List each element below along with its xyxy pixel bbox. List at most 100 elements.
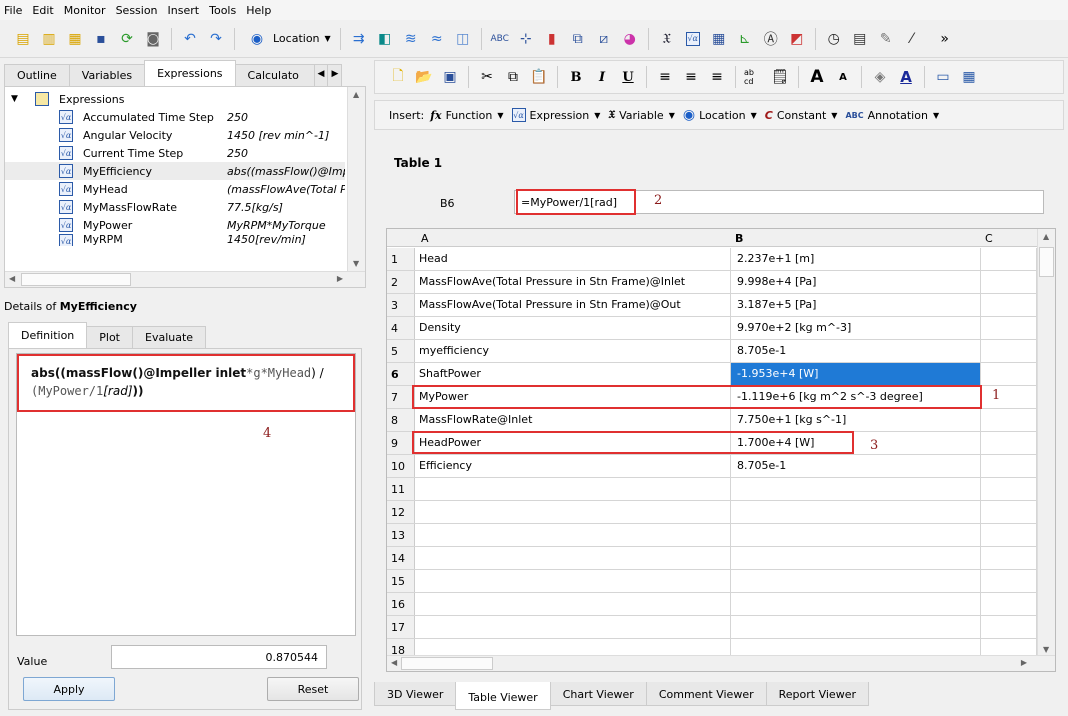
cell-a[interactable] xyxy=(415,616,731,638)
animation-icon[interactable]: ▤ xyxy=(850,29,870,49)
value-field[interactable]: 0.870544 xyxy=(111,645,327,669)
row-number[interactable]: 10 xyxy=(387,455,415,477)
row-number[interactable]: 8 xyxy=(387,409,415,431)
figure-icon[interactable]: ◩ xyxy=(787,29,807,49)
tree-vertical-scrollbar[interactable]: ▲ ▼ xyxy=(347,87,365,271)
scroll-right-icon[interactable]: ▶ xyxy=(337,274,343,283)
tab-calculator[interactable]: Calculato xyxy=(234,64,315,86)
cell-b[interactable]: 8.705e-1 xyxy=(731,340,981,362)
row-number[interactable]: 2 xyxy=(387,271,415,293)
row-number[interactable]: 11 xyxy=(387,478,415,500)
underline-icon[interactable]: U xyxy=(618,67,638,87)
cell-b[interactable]: 7.750e+1 [kg s^-1] xyxy=(731,409,981,431)
insert-variable-dropdown[interactable]: 𝔛 Variable ▼ xyxy=(608,108,674,122)
cell-c[interactable] xyxy=(981,455,1037,477)
cell-c[interactable] xyxy=(981,524,1037,546)
refresh-icon[interactable]: ⟳ xyxy=(117,29,137,49)
tree-root[interactable]: ▼ Expressions xyxy=(5,90,345,108)
cell-c[interactable] xyxy=(981,432,1037,454)
load-state-icon[interactable]: ▦ xyxy=(65,29,85,49)
cell-a[interactable] xyxy=(415,524,731,546)
tab-scroll-right[interactable]: ▶ xyxy=(327,64,343,86)
redo-icon[interactable]: ↷ xyxy=(206,29,226,49)
clip-plane-icon[interactable]: ⧄ xyxy=(594,29,614,49)
menu-session[interactable]: Session xyxy=(116,4,158,17)
tab-outline[interactable]: Outline xyxy=(4,64,70,86)
cell-b-selected[interactable]: -1.953e+4 [W] xyxy=(731,363,981,385)
scroll-thumb[interactable] xyxy=(401,657,493,670)
cell-b[interactable] xyxy=(731,524,981,546)
definition-editor[interactable]: abs((massFlow()@Impeller inlet*g*MyHead)… xyxy=(16,353,356,636)
menu-file[interactable]: File xyxy=(4,4,22,17)
bold-icon[interactable]: B xyxy=(566,67,586,87)
row-number[interactable]: 13 xyxy=(387,524,415,546)
save-icon[interactable]: ▣ xyxy=(440,67,460,87)
load-results-icon[interactable]: ▥ xyxy=(39,29,59,49)
cell-a[interactable] xyxy=(415,501,731,523)
row-number[interactable]: 17 xyxy=(387,616,415,638)
contour-icon[interactable]: ◧ xyxy=(375,29,395,49)
cell-a[interactable]: MassFlowRate@Inlet xyxy=(415,409,731,431)
cell-c[interactable] xyxy=(981,547,1037,569)
row-number[interactable]: 16 xyxy=(387,593,415,615)
tab-table-viewer[interactable]: Table Viewer xyxy=(455,682,551,710)
coordinate-frame-icon[interactable]: ⊹ xyxy=(516,29,536,49)
insert-location-dropdown[interactable]: ◉ Location ▼ xyxy=(683,107,757,123)
scroll-thumb[interactable] xyxy=(21,273,131,286)
menu-edit[interactable]: Edit xyxy=(32,4,53,17)
align-right-icon[interactable]: ≡ xyxy=(707,67,727,87)
insert-function-dropdown[interactable]: fx Function ▼ xyxy=(430,109,503,122)
cell-c[interactable] xyxy=(981,386,1037,408)
row-number[interactable]: 1 xyxy=(387,248,415,270)
row-number[interactable]: 4 xyxy=(387,317,415,339)
tab-chart-viewer[interactable]: Chart Viewer xyxy=(549,682,647,706)
cell-c[interactable] xyxy=(981,294,1037,316)
tree-item[interactable]: √α Accumulated Time Step 250 xyxy=(5,108,345,126)
cell-a[interactable]: Efficiency xyxy=(415,455,731,477)
row-number[interactable]: 12 xyxy=(387,501,415,523)
quick-editor-icon[interactable]: ✎ xyxy=(876,29,896,49)
cell-a[interactable] xyxy=(415,593,731,615)
cell-b[interactable] xyxy=(731,593,981,615)
cell-b[interactable] xyxy=(731,616,981,638)
row-number[interactable]: 9 xyxy=(387,432,415,454)
particle-track-icon[interactable]: ≈ xyxy=(427,29,447,49)
tree-horizontal-scrollbar[interactable]: ◀ ▶ xyxy=(5,271,365,287)
more-tools-icon[interactable]: » xyxy=(935,29,955,49)
tab-evaluate[interactable]: Evaluate xyxy=(132,326,207,348)
expand-arrow-icon[interactable]: ▼ xyxy=(11,94,18,104)
scroll-up-icon[interactable]: ▲ xyxy=(1043,232,1049,241)
save-state-icon[interactable]: ▪ xyxy=(91,29,111,49)
cell-c[interactable] xyxy=(981,340,1037,362)
instance-transform-icon[interactable]: ⧉ xyxy=(568,29,588,49)
grid-horizontal-scrollbar[interactable]: ◀ ▶ xyxy=(387,655,1055,671)
tree-item[interactable]: √α Current Time Step 250 xyxy=(5,144,345,162)
chart-icon[interactable]: ⊾ xyxy=(735,29,755,49)
row-number[interactable]: 3 xyxy=(387,294,415,316)
timestep-icon[interactable]: ◷ xyxy=(824,29,844,49)
tab-report-viewer[interactable]: Report Viewer xyxy=(765,682,869,706)
copy-icon[interactable]: ⧉ xyxy=(503,67,523,87)
cell-b[interactable] xyxy=(731,501,981,523)
text-color-icon[interactable]: A xyxy=(896,67,916,87)
tab-scroll-left[interactable]: ◀ xyxy=(313,64,329,86)
color-map-icon[interactable]: ◕ xyxy=(620,29,640,49)
borders-icon[interactable]: ▭ xyxy=(933,67,953,87)
scroll-down-icon[interactable]: ▼ xyxy=(353,259,359,268)
cell-a[interactable]: MassFlowAve(Total Pressure in Stn Frame)… xyxy=(415,294,731,316)
cell-c[interactable] xyxy=(981,616,1037,638)
column-header-A[interactable]: A xyxy=(421,232,429,245)
cell-a[interactable]: MassFlowAve(Total Pressure in Stn Frame)… xyxy=(415,271,731,293)
cell-b[interactable] xyxy=(731,478,981,500)
tab-3d-viewer[interactable]: 3D Viewer xyxy=(374,682,457,706)
reset-button[interactable]: Reset xyxy=(267,677,359,701)
scroll-up-icon[interactable]: ▲ xyxy=(353,90,359,99)
undo-icon[interactable]: ↶ xyxy=(180,29,200,49)
tree-item-selected[interactable]: √α MyEfficiency abs((massFlow()@Imp xyxy=(5,162,345,180)
cell-b[interactable]: 3.187e+5 [Pa] xyxy=(731,294,981,316)
cell-properties-icon[interactable]: 🗒 xyxy=(770,67,790,87)
cell-c[interactable] xyxy=(981,271,1037,293)
row-number[interactable]: 7 xyxy=(387,386,415,408)
cell-a[interactable]: myefficiency xyxy=(415,340,731,362)
insert-constant-dropdown[interactable]: C Constant ▼ xyxy=(765,109,838,122)
